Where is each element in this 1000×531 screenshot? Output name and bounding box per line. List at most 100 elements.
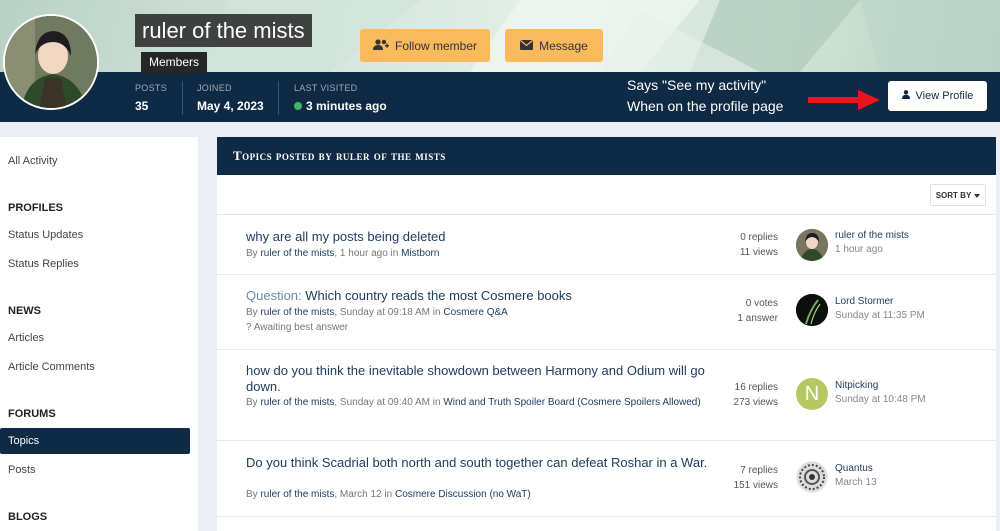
user-icon bbox=[901, 90, 910, 102]
awaiting-answer-note: ? Awaiting best answer bbox=[246, 322, 349, 333]
meta-time: , 1 hour ago in bbox=[334, 248, 399, 259]
topic-title-text[interactable]: Do you think Scadrial both north and sou… bbox=[246, 455, 707, 470]
topic-forum-link[interactable]: Mistborn bbox=[401, 248, 439, 259]
last-poster-name[interactable]: Lord Stormer bbox=[835, 296, 893, 307]
message-button[interactable]: Message bbox=[505, 29, 603, 62]
sort-bar: SORT BY bbox=[217, 175, 996, 215]
message-label: Message bbox=[539, 38, 588, 53]
topic-title[interactable]: how do you think the inevitable showdown… bbox=[246, 363, 716, 395]
topic-title-text[interactable]: why are all my posts being deleted bbox=[246, 229, 445, 244]
profile-header: ruler of the mists Members Follow member… bbox=[0, 0, 1000, 122]
topic-stat-replies: 16 replies bbox=[734, 382, 778, 393]
topics-panel: Topics posted by ruler of the mists SORT… bbox=[217, 137, 996, 531]
sidebar-item-status-replies[interactable]: Status Replies bbox=[0, 251, 198, 277]
topic-stat-answers: 1 answer bbox=[737, 313, 778, 324]
topic-stats: 0 replies 11 views bbox=[740, 230, 778, 260]
group-badge: Members bbox=[141, 52, 208, 73]
stat-label: POSTS bbox=[135, 83, 168, 93]
sort-caret-icon bbox=[974, 191, 981, 200]
topic-stat-views: 11 views bbox=[739, 247, 778, 258]
activity-sidebar: All Activity PROFILES Status Updates Sta… bbox=[0, 137, 198, 531]
last-post-time: 1 hour ago bbox=[835, 244, 883, 255]
sidebar-item-articles[interactable]: Articles bbox=[0, 325, 198, 351]
view-profile-button[interactable]: View Profile bbox=[888, 81, 987, 111]
view-profile-label: View Profile bbox=[915, 90, 974, 102]
topic-stats: 16 replies 273 views bbox=[734, 380, 778, 410]
follow-member-label: Follow member bbox=[394, 38, 478, 53]
online-dot-icon bbox=[294, 102, 302, 110]
meta-time: , Sunday at 09:18 AM in bbox=[334, 307, 441, 318]
sidebar-item-topics[interactable]: Topics bbox=[0, 428, 190, 454]
topic-forum-link[interactable]: Cosmere Q&A bbox=[443, 307, 507, 318]
topic-author-link[interactable]: ruler of the mists bbox=[260, 248, 334, 259]
profile-name: ruler of the mists bbox=[135, 14, 312, 47]
topic-title[interactable]: why are all my posts being deleted bbox=[246, 229, 445, 245]
last-poster-name[interactable]: Quantus bbox=[835, 463, 873, 474]
sidebar-heading-profiles: PROFILES bbox=[8, 202, 64, 214]
stat-divider bbox=[182, 81, 183, 115]
last-poster-avatar[interactable] bbox=[796, 461, 828, 493]
topic-meta: By ruler of the mists, Sunday at 09:40 A… bbox=[246, 395, 716, 410]
sidebar-heading-news: NEWS bbox=[8, 305, 41, 317]
annotation-line-1: Says "See my activity" bbox=[627, 77, 767, 93]
meta-by: By bbox=[246, 248, 258, 259]
meta-time: , Sunday at 09:40 AM in bbox=[334, 397, 441, 408]
topic-author-link[interactable]: ruler of the mists bbox=[260, 307, 334, 318]
envelope-icon bbox=[520, 39, 534, 53]
topic-title-text[interactable]: Which country reads the most Cosmere boo… bbox=[305, 288, 572, 303]
topic-title[interactable]: Do you think Scadrial both north and sou… bbox=[246, 455, 716, 471]
topic-stat-views: 151 views bbox=[733, 480, 778, 491]
topic-meta: By ruler of the mists, March 12 in Cosme… bbox=[246, 487, 531, 502]
annotation-line-2: When on the profile page bbox=[627, 98, 784, 114]
topic-stats: 7 replies 151 views bbox=[734, 463, 778, 493]
sidebar-item-all-activity[interactable]: All Activity bbox=[0, 148, 198, 174]
topic-stat-replies: 7 replies bbox=[740, 465, 778, 476]
topic-row: Question: Which country reads the most C… bbox=[217, 275, 996, 350]
topic-row: Do you think Scadrial both north and sou… bbox=[217, 441, 996, 517]
sidebar-item-status-updates[interactable]: Status Updates bbox=[0, 222, 198, 248]
topic-prefix: Question: bbox=[246, 288, 302, 303]
last-post-time: Sunday at 10:48 PM bbox=[835, 394, 926, 405]
topic-author-link[interactable]: ruler of the mists bbox=[260, 397, 334, 408]
topic-forum-link[interactable]: Cosmere Discussion (no WaT) bbox=[395, 489, 531, 500]
stat-posts: POSTS 35 bbox=[135, 83, 167, 113]
topic-stat-replies: 0 replies bbox=[740, 232, 778, 243]
topic-row: how do you think the inevitable showdown… bbox=[217, 350, 996, 441]
topic-stat-views: 273 views bbox=[733, 397, 778, 408]
topic-stats: 0 votes 1 answer bbox=[737, 296, 778, 326]
sidebar-item-article-comments[interactable]: Article Comments bbox=[0, 354, 198, 380]
annotation-note: Says "See my activity" When on the profi… bbox=[627, 75, 783, 117]
topic-meta: By ruler of the mists, 1 hour ago in Mis… bbox=[246, 246, 439, 261]
topic-stat-votes: 0 votes bbox=[745, 298, 778, 309]
topic-forum-link[interactable]: Wind and Truth Spoiler Board (Cosmere Sp… bbox=[443, 397, 700, 408]
sort-by-button[interactable]: SORT BY bbox=[930, 184, 986, 206]
follow-user-icon bbox=[372, 38, 389, 53]
stat-label: LAST VISITED bbox=[294, 83, 358, 93]
sidebar-heading-blogs: BLOGS bbox=[8, 511, 48, 523]
last-post-time: Sunday at 11:35 PM bbox=[835, 310, 925, 321]
follow-member-button[interactable]: Follow member bbox=[360, 29, 490, 62]
last-poster-avatar[interactable]: N bbox=[796, 378, 828, 410]
last-poster-name[interactable]: ruler of the mists bbox=[835, 230, 909, 241]
profile-avatar[interactable] bbox=[3, 14, 99, 110]
last-poster-avatar[interactable] bbox=[796, 229, 828, 261]
stat-value: 3 minutes ago bbox=[294, 99, 387, 113]
stat-label: JOINED bbox=[197, 83, 232, 93]
last-poster-avatar[interactable] bbox=[796, 294, 828, 326]
last-visited-value: 3 minutes ago bbox=[306, 99, 387, 113]
topic-meta: By ruler of the mists, Sunday at 09:18 A… bbox=[246, 305, 508, 320]
topic-author-link[interactable]: ruler of the mists bbox=[260, 489, 334, 500]
stat-divider bbox=[278, 81, 279, 115]
last-post-time: March 13 bbox=[835, 477, 877, 488]
panel-title: Topics posted by ruler of the mists bbox=[217, 137, 996, 175]
topic-title-text[interactable]: how do you think the inevitable showdown… bbox=[246, 363, 705, 394]
sort-by-label: SORT BY bbox=[935, 190, 972, 200]
last-poster-name[interactable]: Nitpicking bbox=[835, 380, 878, 391]
topic-title[interactable]: Question: Which country reads the most C… bbox=[246, 288, 572, 304]
meta-time: , March 12 in bbox=[334, 489, 393, 500]
stat-joined: JOINED May 4, 2023 bbox=[197, 83, 264, 113]
meta-by: By bbox=[246, 397, 258, 408]
sidebar-item-posts[interactable]: Posts bbox=[0, 457, 198, 483]
red-arrow-icon bbox=[808, 89, 880, 116]
meta-by: By bbox=[246, 489, 258, 500]
